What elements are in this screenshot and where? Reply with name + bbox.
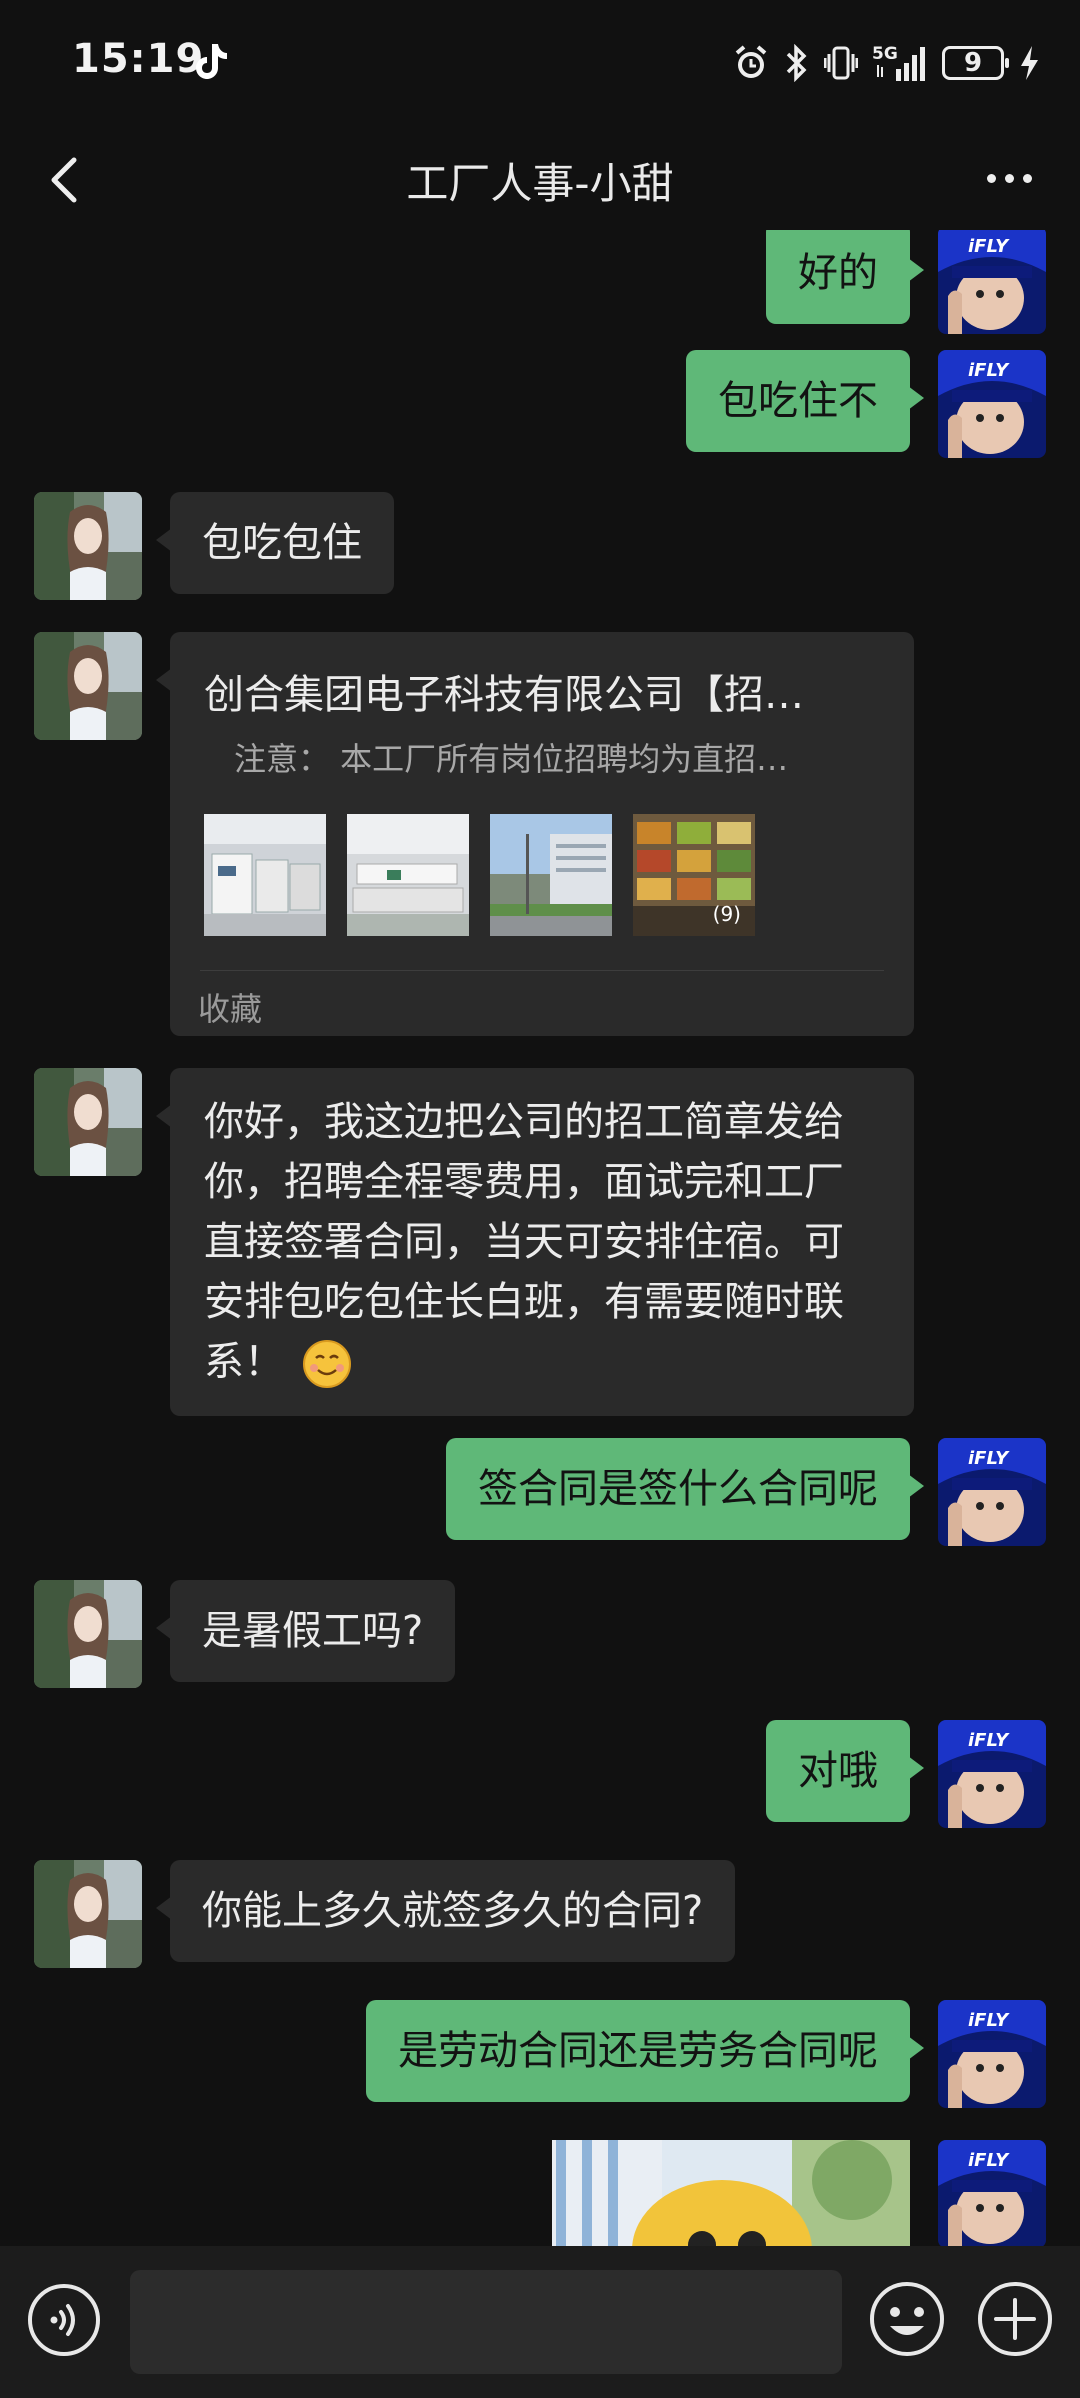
contact-avatar[interactable] xyxy=(34,632,142,740)
shared-link-card[interactable]: 创合集团电子科技有限公司【招… 注意： 本工厂所有岗位招聘均为直招… (9) 收… xyxy=(156,632,914,1036)
sticker-image[interactable] xyxy=(552,2140,910,2246)
status-bar: 15:19 5G 9 xyxy=(0,0,1080,130)
factory-exterior-thumbnail[interactable] xyxy=(490,814,612,936)
factory-floor-thumbnail[interactable] xyxy=(347,814,469,936)
contact-avatar[interactable] xyxy=(34,492,142,600)
battery-icon: 9 xyxy=(942,46,1009,80)
image-count: (9) xyxy=(712,902,741,926)
bluetooth-icon xyxy=(786,44,807,82)
card-title: 创合集团电子科技有限公司【招… xyxy=(204,672,804,718)
emoji-icon[interactable] xyxy=(868,2280,946,2358)
my-avatar[interactable]: iFLY xyxy=(938,350,1046,458)
card-source: 收藏 xyxy=(198,990,263,1028)
charging-icon xyxy=(1021,46,1038,80)
message-text: 你能上多久就签多久的合同? xyxy=(202,1888,704,1934)
message-text: 是劳动合同还是劳务合同呢 xyxy=(398,2028,878,2074)
svg-text:iFLY: iFLY xyxy=(968,2150,1010,2171)
chat-title: 工厂人事-小甜 xyxy=(406,159,674,208)
svg-text:5G: 5G xyxy=(872,44,898,64)
message-text: 好的 xyxy=(798,250,878,296)
message-text: 签合同是签什么合同呢 xyxy=(478,1466,878,1512)
message-sent[interactable]: 是劳动合同还是劳务合同呢 xyxy=(366,2000,924,2102)
card-subtitle: 注意： 本工厂所有岗位招聘均为直招… xyxy=(234,740,789,778)
emoji-smile-icon xyxy=(302,1340,351,1388)
my-avatar[interactable]: iFLY xyxy=(938,2000,1046,2108)
vibrate-icon xyxy=(824,46,858,80)
input-bar xyxy=(0,2246,1080,2398)
message-text: 对哦 xyxy=(798,1748,878,1794)
message-text: 包吃包住 xyxy=(202,520,362,566)
message-sent[interactable]: 包吃住不 xyxy=(686,350,924,452)
status-time: 15:19 xyxy=(72,36,205,82)
svg-text:iFLY: iFLY xyxy=(968,360,1010,381)
tiktok-icon xyxy=(196,44,227,79)
message-input[interactable] xyxy=(130,2270,842,2374)
chat-header: 工厂人事-小甜 xyxy=(0,130,1080,230)
battery-level: 9 xyxy=(963,48,983,78)
contact-avatar[interactable] xyxy=(34,1580,142,1688)
alarm-icon xyxy=(735,45,767,78)
contact-avatar[interactable] xyxy=(34,1068,142,1176)
my-avatar[interactable]: iFLY xyxy=(938,2140,1046,2246)
message-text: 包吃住不 xyxy=(718,378,878,424)
signal-5g-icon: 5G xyxy=(872,44,925,81)
svg-text:iFLY: iFLY xyxy=(968,1448,1010,1469)
message-sent[interactable]: 签合同是签什么合同呢 xyxy=(446,1438,924,1540)
factory-floor-thumbnail[interactable] xyxy=(204,814,326,936)
message-sent[interactable]: 好的 xyxy=(766,230,924,324)
my-avatar[interactable]: iFLY xyxy=(938,230,1046,334)
status-icons: 5G 9 xyxy=(732,38,1040,88)
my-avatar[interactable]: iFLY xyxy=(938,1720,1046,1828)
message-received[interactable]: 你好，我这边把公司的招工简章发给你，招聘全程零费用，面试完和工厂直接签署合同，当… xyxy=(156,1068,914,1416)
message-sent[interactable]: 对哦 xyxy=(766,1720,924,1822)
my-avatar[interactable]: iFLY xyxy=(938,1438,1046,1546)
svg-text:iFLY: iFLY xyxy=(968,2010,1010,2031)
voice-icon[interactable] xyxy=(26,2282,102,2358)
message-received[interactable]: 你能上多久就签多久的合同? xyxy=(155,1860,736,1962)
contact-avatar[interactable] xyxy=(34,1860,142,1968)
svg-text:iFLY: iFLY xyxy=(968,236,1010,257)
svg-text:iFLY: iFLY xyxy=(968,1730,1010,1751)
more-icon[interactable] xyxy=(974,146,1044,210)
message-received[interactable]: 包吃包住 xyxy=(156,492,394,594)
chat-area[interactable]: 好的 iFLY 包吃住不 iFLY 包吃包住 创合集团电子科技有限公司【招… 注… xyxy=(0,230,1080,2246)
plus-icon[interactable] xyxy=(976,2280,1054,2358)
card-divider xyxy=(200,970,884,971)
message-received[interactable]: 是暑假工吗? xyxy=(155,1580,456,1682)
canteen-food-thumbnail[interactable]: (9) xyxy=(633,814,755,936)
card-thumbnails: (9) xyxy=(204,814,755,936)
message-text: 是暑假工吗? xyxy=(202,1608,424,1654)
